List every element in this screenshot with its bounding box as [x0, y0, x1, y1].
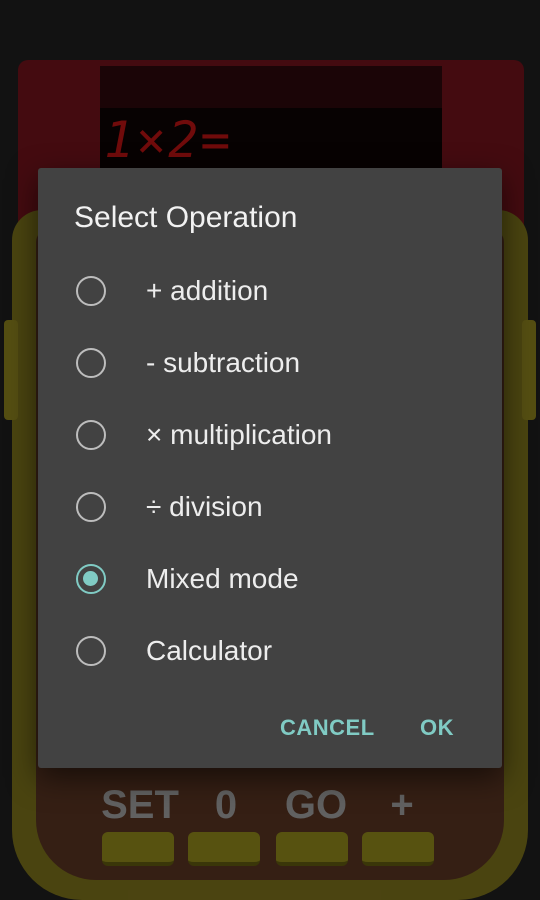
radio-unchecked-icon[interactable]	[76, 492, 106, 522]
radio-unchecked-icon[interactable]	[76, 348, 106, 378]
option-label: + addition	[146, 275, 269, 306]
radio-unchecked-icon[interactable]	[76, 420, 106, 450]
option-mixed-mode[interactable]: Mixed mode	[38, 542, 502, 614]
option-division[interactable]: ÷ division	[38, 470, 502, 542]
option-label: - subtraction	[146, 347, 301, 378]
option-multiplication[interactable]: × multiplication	[38, 398, 502, 470]
operation-options: + addition - subtraction × multiplicatio…	[38, 254, 502, 686]
option-addition[interactable]: + addition	[38, 254, 502, 326]
radio-dot	[83, 571, 98, 586]
select-operation-dialog: Select Operation + addition - subtractio…	[38, 168, 502, 768]
radio-unchecked-icon[interactable]	[76, 276, 106, 306]
option-calculator[interactable]: Calculator	[38, 614, 502, 686]
radio-checked-icon[interactable]	[76, 564, 106, 594]
option-label: × multiplication	[146, 419, 332, 450]
option-subtraction[interactable]: - subtraction	[38, 326, 502, 398]
cancel-button[interactable]: CANCEL	[280, 708, 375, 748]
dialog-title: Select Operation	[74, 201, 298, 234]
option-label: Calculator	[146, 635, 273, 666]
radio-unchecked-icon[interactable]	[76, 636, 106, 666]
option-label: Mixed mode	[146, 563, 299, 594]
dialog-actions: CANCEL OK	[38, 708, 502, 748]
ok-button[interactable]: OK	[420, 708, 454, 748]
option-label: ÷ division	[146, 491, 263, 522]
